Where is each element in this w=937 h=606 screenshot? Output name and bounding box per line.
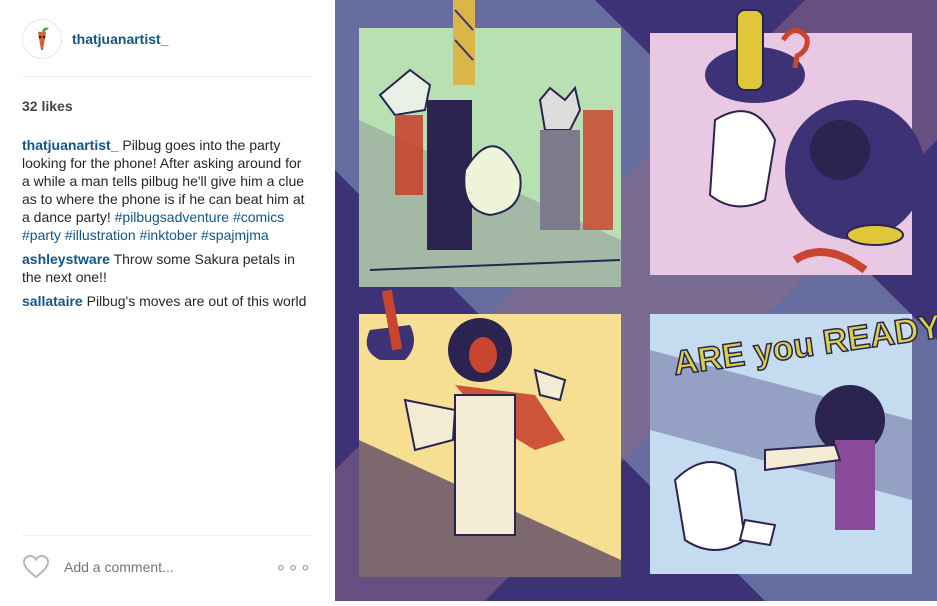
comments-list: thatjuanartist_ Pilbug goes into the par… [22, 136, 312, 316]
comic-panel-4: ARE you READY? [650, 304, 937, 574]
caption-user-link[interactable]: thatjuanartist_ [22, 137, 118, 153]
add-comment-input[interactable] [62, 558, 276, 576]
comment-text: Pilbug's moves are out of this world [82, 293, 307, 309]
header-divider [22, 76, 312, 77]
heart-icon[interactable] [22, 554, 50, 580]
comic-panel-2 [650, 9, 925, 275]
hashtag-link[interactable]: #pilbugsadventure [115, 209, 229, 225]
comic-illustration: ARE you READY? [335, 0, 937, 601]
caption: thatjuanartist_ Pilbug goes into the par… [22, 136, 312, 244]
post-image: ARE you READY? [335, 0, 937, 601]
avatar[interactable] [22, 19, 62, 59]
post-author-link[interactable]: thatjuanartist_ [72, 31, 168, 47]
hashtag-link[interactable]: #comics [233, 209, 284, 225]
comment-user-link[interactable]: ashleystware [22, 251, 110, 267]
hashtag-link[interactable]: #inktober [140, 227, 198, 243]
post-header: thatjuanartist_ [22, 17, 168, 61]
comment-bar: ∘∘∘ [22, 552, 312, 582]
post-sidebar: thatjuanartist_ 32 likes thatjuanartist_… [0, 0, 335, 601]
comic-panel-1 [359, 0, 621, 287]
comic-panel-3 [359, 289, 621, 577]
carrot-avatar-icon [23, 20, 61, 58]
footer-divider [22, 535, 312, 536]
comment-item: ashleystware Throw some Sakura petals in… [22, 250, 312, 286]
comment-item: sallataire Pilbug's moves are out of thi… [22, 292, 312, 310]
hashtag-link[interactable]: #illustration [65, 227, 136, 243]
more-options-icon[interactable]: ∘∘∘ [275, 557, 312, 578]
comment-user-link[interactable]: sallataire [22, 293, 83, 309]
hashtag-link[interactable]: #spajmjma [201, 227, 269, 243]
hashtag-link[interactable]: #party [22, 227, 61, 243]
likes-count[interactable]: 32 likes [22, 98, 73, 114]
